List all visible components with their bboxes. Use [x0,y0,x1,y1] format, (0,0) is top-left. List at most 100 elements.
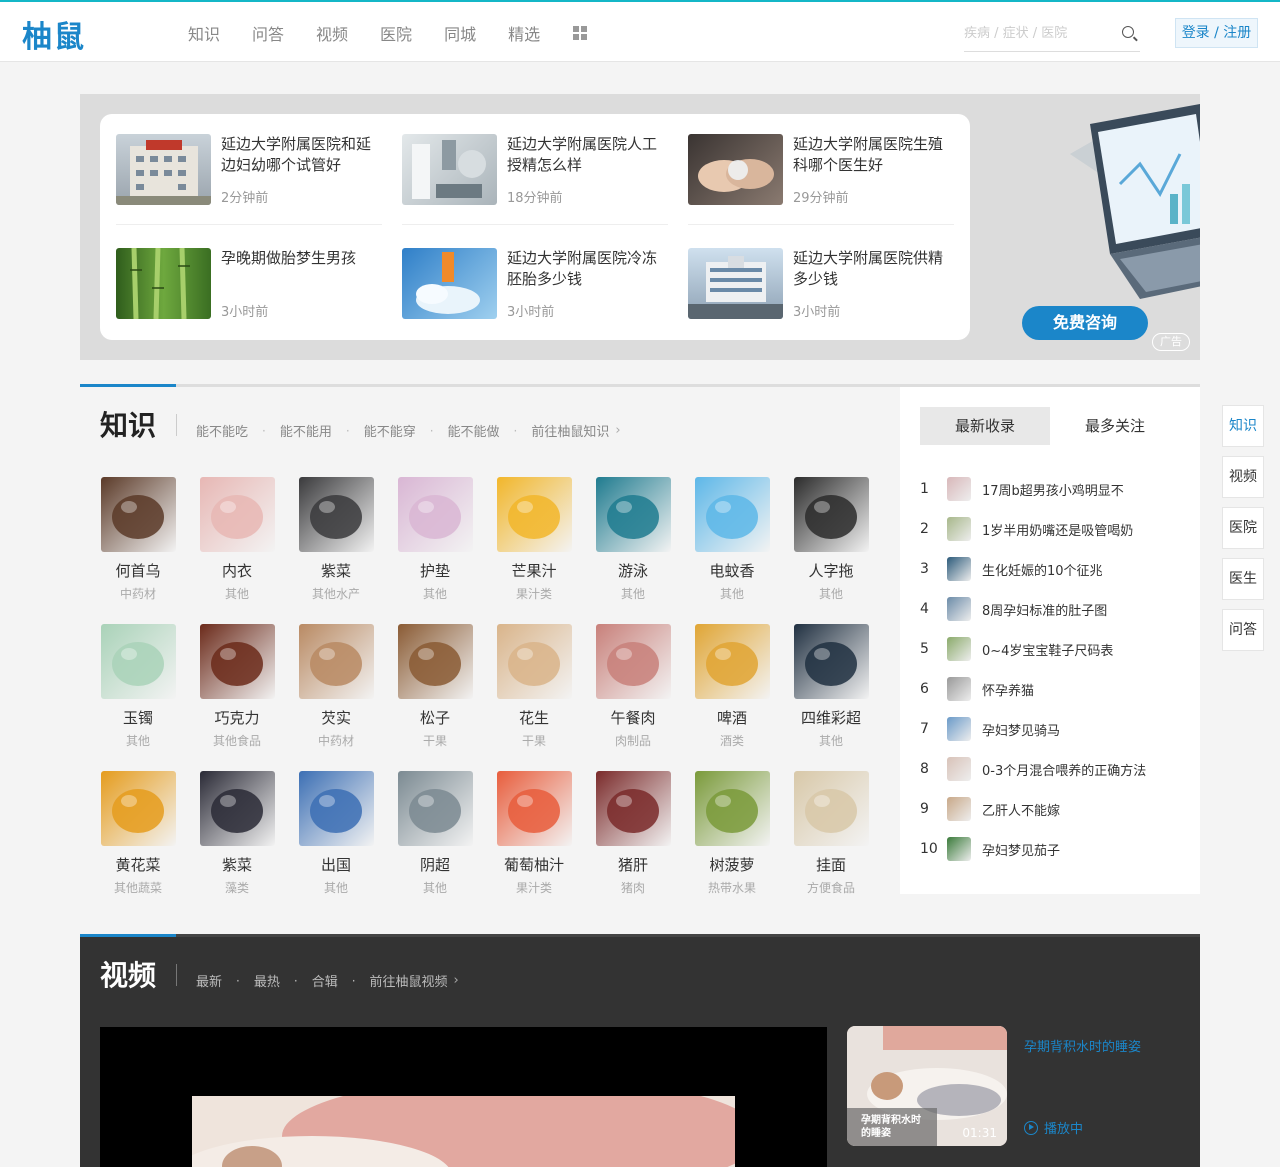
banner-article[interactable]: 延边大学附属医院生殖科哪个医生好 29分钟前 [688,134,954,224]
article-title[interactable]: 延边大学附属医院生殖科哪个医生好 [793,134,955,176]
knowledge-item[interactable]: 内衣 其他 [199,477,275,602]
link-can-eat[interactable]: 能不能吃 [196,421,248,440]
knowledge-item[interactable]: 午餐肉 肉制品 [595,624,671,749]
more-grid-icon[interactable] [573,26,587,40]
article-title[interactable]: 延边大学附属医院人工授精怎么样 [507,134,669,176]
knowledge-item[interactable]: 何首乌 中药材 [100,477,176,602]
knowledge-item-name[interactable]: 内衣 [199,560,275,581]
link-can-wear[interactable]: 能不能穿 [364,421,416,440]
knowledge-item-name[interactable]: 树菠萝 [694,854,770,875]
sidenav-doctor[interactable]: 医生 [1222,558,1264,600]
knowledge-item[interactable]: 葡萄柚汁 果汁类 [496,771,572,896]
link-collection[interactable]: 合辑 [312,971,338,990]
ranking-item[interactable]: 9 乙肝人不能嫁 [920,797,1180,821]
link-latest[interactable]: 最新 [196,971,222,990]
knowledge-item-name[interactable]: 玉镯 [100,707,176,728]
knowledge-item[interactable]: 芒果汁 果汁类 [496,477,572,602]
banner-article[interactable]: 延边大学附属医院人工授精怎么样 18分钟前 [402,134,668,224]
video-title-link[interactable]: 孕期背积水时的睡姿 [1024,1036,1141,1055]
knowledge-item-name[interactable]: 啤酒 [694,707,770,728]
link-hottest[interactable]: 最热 [254,971,280,990]
nav-item-featured[interactable]: 精选 [508,21,540,45]
nav-item-local[interactable]: 同城 [444,21,476,45]
sidenav-knowledge[interactable]: 知识 [1222,405,1264,447]
tab-most-followed[interactable]: 最多关注 [1050,407,1180,445]
knowledge-item-name[interactable]: 人字拖 [793,560,869,581]
ranking-title[interactable]: 8周孕妇标准的肚子图 [982,600,1107,619]
article-title[interactable]: 延边大学附属医院和延边妇幼哪个试管好 [221,134,383,176]
knowledge-item-name[interactable]: 护垫 [397,560,473,581]
link-goto-video[interactable]: 前往柚鼠视频 [370,971,448,990]
knowledge-item-name[interactable]: 游泳 [595,560,671,581]
nav-item-knowledge[interactable]: 知识 [188,21,220,45]
sidenav-video[interactable]: 视频 [1222,456,1264,498]
knowledge-item-name[interactable]: 午餐肉 [595,707,671,728]
ranking-item[interactable]: 7 孕妇梦见骑马 [920,717,1180,741]
free-consult-button[interactable]: 免费咨询 [1022,306,1148,340]
knowledge-item-name[interactable]: 阴超 [397,854,473,875]
ranking-title[interactable]: 1岁半用奶嘴还是吸管喝奶 [982,520,1133,539]
knowledge-item-name[interactable]: 挂面 [793,854,869,875]
knowledge-item-name[interactable]: 紫菜 [199,854,275,875]
knowledge-item[interactable]: 四维彩超 其他 [793,624,869,749]
knowledge-item[interactable]: 啤酒 酒类 [694,624,770,749]
knowledge-item[interactable]: 松子 干果 [397,624,473,749]
ranking-title[interactable]: 0~4岁宝宝鞋子尺码表 [982,640,1113,659]
knowledge-item-name[interactable]: 何首乌 [100,560,176,581]
nav-item-video[interactable]: 视频 [316,21,348,45]
knowledge-item[interactable]: 紫菜 藻类 [199,771,275,896]
knowledge-item-name[interactable]: 电蚊香 [694,560,770,581]
ranking-item[interactable]: 10 孕妇梦见茄子 [920,837,1180,861]
knowledge-item-name[interactable]: 黄花菜 [100,854,176,875]
link-can-do[interactable]: 能不能做 [448,421,500,440]
knowledge-item[interactable]: 芡实 中药材 [298,624,374,749]
knowledge-item[interactable]: 出国 其他 [298,771,374,896]
banner-article[interactable]: 延边大学附属医院和延边妇幼哪个试管好 2分钟前 [116,134,382,224]
ranking-title[interactable]: 孕妇梦见骑马 [982,720,1060,739]
article-title[interactable]: 延边大学附属医院供精多少钱 [793,248,955,290]
knowledge-item[interactable]: 挂面 方便食品 [793,771,869,896]
ranking-item[interactable]: 5 0~4岁宝宝鞋子尺码表 [920,637,1180,661]
article-title[interactable]: 延边大学附属医院冷冻胚胎多少钱 [507,248,669,290]
article-title[interactable]: 孕晚期做胎梦生男孩 [221,248,383,269]
video-player[interactable] [100,1027,827,1167]
knowledge-item[interactable]: 猪肝 猪肉 [595,771,671,896]
link-goto-knowledge[interactable]: 前往柚鼠知识 [531,421,609,440]
video-thumbnail[interactable]: 孕期背积水时的睡姿 01:31 [847,1026,1007,1146]
knowledge-item-name[interactable]: 松子 [397,707,473,728]
knowledge-item[interactable]: 巧克力 其他食品 [199,624,275,749]
ranking-title[interactable]: 0-3个月混合喂养的正确方法 [982,760,1146,779]
sidenav-qa[interactable]: 问答 [1222,609,1264,651]
knowledge-item[interactable]: 紫菜 其他水产 [298,477,374,602]
ranking-item[interactable]: 8 0-3个月混合喂养的正确方法 [920,757,1180,781]
link-can-use[interactable]: 能不能用 [280,421,332,440]
ranking-title[interactable]: 17周b超男孩小鸡明显不 [982,480,1124,499]
ranking-title[interactable]: 乙肝人不能嫁 [982,800,1060,819]
knowledge-item[interactable]: 玉镯 其他 [100,624,176,749]
knowledge-item[interactable]: 黄花菜 其他蔬菜 [100,771,176,896]
nav-item-qa[interactable]: 问答 [252,21,284,45]
knowledge-item-name[interactable]: 葡萄柚汁 [496,854,572,875]
knowledge-item-name[interactable]: 芡实 [298,707,374,728]
banner-article[interactable]: 延边大学附属医院供精多少钱 3小时前 [688,248,954,338]
ranking-item[interactable]: 1 17周b超男孩小鸡明显不 [920,477,1180,501]
knowledge-item-name[interactable]: 花生 [496,707,572,728]
ranking-item[interactable]: 2 1岁半用奶嘴还是吸管喝奶 [920,517,1180,541]
search-icon[interactable] [1122,26,1134,38]
login-register-button[interactable]: 登录 / 注册 [1175,18,1258,48]
knowledge-item-name[interactable]: 芒果汁 [496,560,572,581]
ranking-title[interactable]: 怀孕养猫 [982,680,1034,699]
knowledge-item-name[interactable]: 猪肝 [595,854,671,875]
banner-article[interactable]: 孕晚期做胎梦生男孩 3小时前 [116,248,382,338]
knowledge-item[interactable]: 阴超 其他 [397,771,473,896]
banner-article[interactable]: 延边大学附属医院冷冻胚胎多少钱 3小时前 [402,248,668,338]
knowledge-item-name[interactable]: 紫菜 [298,560,374,581]
site-logo[interactable]: 柚鼠 [22,12,86,56]
search-input[interactable] [964,18,1104,48]
ranking-item[interactable]: 6 怀孕养猫 [920,677,1180,701]
ranking-title[interactable]: 生化妊娠的10个征兆 [982,560,1103,579]
sidenav-hospital[interactable]: 医院 [1222,507,1264,549]
knowledge-item[interactable]: 护垫 其他 [397,477,473,602]
nav-item-hospital[interactable]: 医院 [380,21,412,45]
knowledge-item[interactable]: 电蚊香 其他 [694,477,770,602]
